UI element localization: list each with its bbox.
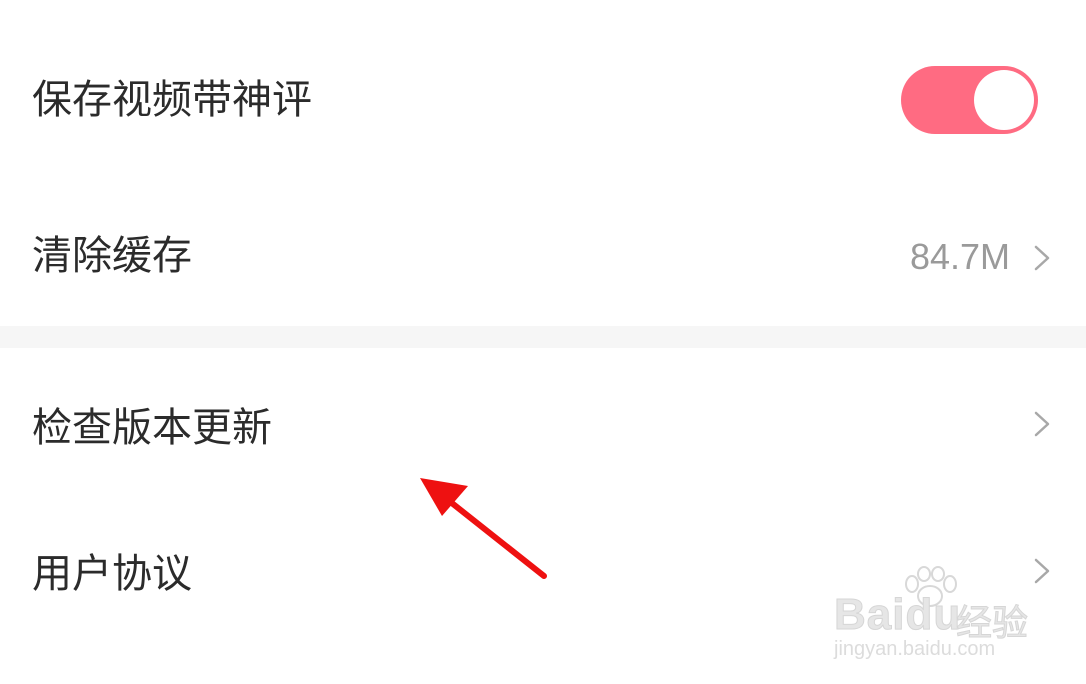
save-video-toggle[interactable] — [901, 66, 1038, 134]
chevron-right-icon — [1034, 558, 1050, 584]
user-agreement-label: 用户协议 — [32, 551, 192, 597]
setting-row-user-agreement[interactable]: 用户协议 — [0, 498, 1086, 684]
cache-size-value: 84.7M — [909, 236, 1010, 277]
setting-row-clear-cache[interactable]: 清除缓存 84.7M — [0, 190, 1086, 326]
setting-row-save-video: 保存视频带神评 — [0, 0, 1086, 190]
clear-cache-label: 清除缓存 — [32, 233, 192, 279]
save-video-label: 保存视频带神评 — [32, 77, 312, 123]
chevron-right-icon — [1034, 411, 1050, 437]
section-divider — [0, 326, 1086, 348]
check-update-label: 检查版本更新 — [32, 405, 272, 451]
toggle-knob — [974, 70, 1034, 130]
chevron-right-icon — [1034, 245, 1050, 271]
setting-row-check-update[interactable]: 检查版本更新 — [0, 348, 1086, 498]
